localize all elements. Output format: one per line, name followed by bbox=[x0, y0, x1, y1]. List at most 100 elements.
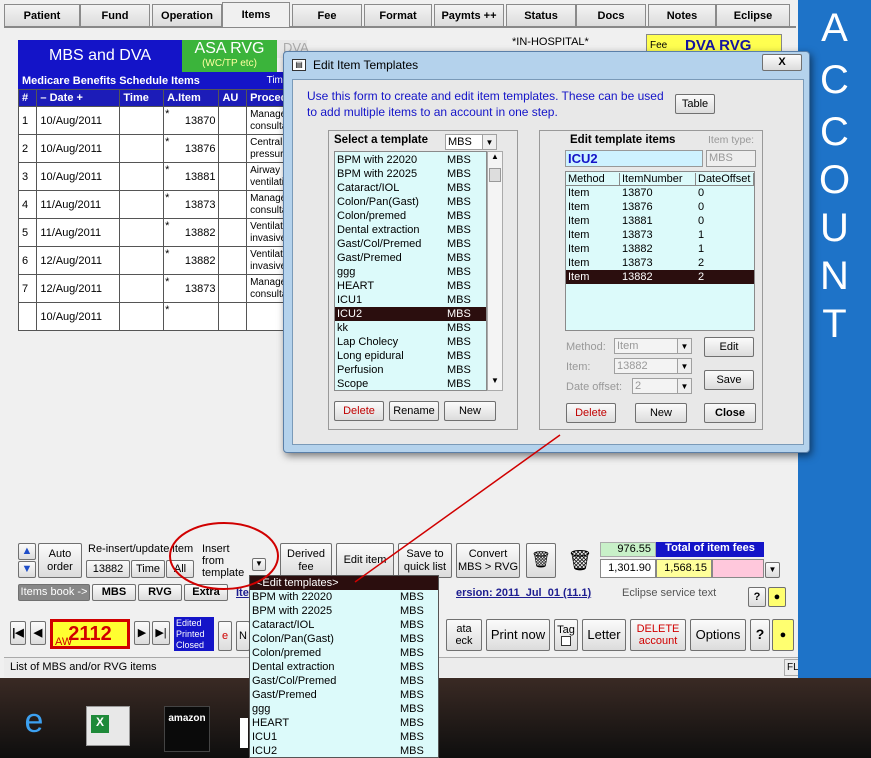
tab-docs[interactable]: Docs bbox=[576, 4, 646, 26]
edit-templates-option[interactable]: <Edit templates> bbox=[250, 576, 438, 590]
list-item[interactable]: BPM with 22020 MBS bbox=[335, 153, 486, 167]
asa-rvg-tab[interactable]: ASA RVG (WC/TP etc) bbox=[182, 40, 277, 72]
item-link[interactable]: Ite bbox=[236, 587, 249, 599]
auto-order-button[interactable]: Auto order bbox=[38, 543, 82, 578]
list-item[interactable]: ICU2 MBS bbox=[250, 744, 438, 757]
all-button[interactable]: All bbox=[166, 560, 194, 578]
template-delete-button[interactable]: Delete bbox=[334, 401, 384, 421]
row-item[interactable]: * 13873 bbox=[163, 190, 220, 219]
table-row[interactable]: 3 10/Aug/2011 * 13881 Airway acce ventilation… bbox=[17, 162, 318, 191]
scroll-thumb[interactable] bbox=[489, 168, 501, 182]
row-item[interactable]: * 13873 bbox=[163, 274, 220, 303]
items-grid-column-header[interactable]: ItemNumber bbox=[620, 172, 696, 185]
list-item[interactable]: Colon/Pan(Gast) MBS bbox=[250, 632, 438, 646]
reinsert-item-button[interactable]: 13882 bbox=[86, 560, 130, 578]
tab-status[interactable]: Status bbox=[506, 4, 576, 26]
row-au[interactable] bbox=[218, 274, 248, 303]
template-type-combo[interactable]: MBS ▼ bbox=[445, 134, 497, 150]
list-item[interactable]: Cataract/IOL MBS bbox=[335, 181, 486, 195]
items-book-tab[interactable]: Items book -> bbox=[18, 584, 90, 601]
table-row[interactable]: Item 13870 0 bbox=[566, 186, 754, 200]
time-button[interactable]: Time bbox=[131, 560, 165, 578]
fee-dropdown[interactable]: ▼ bbox=[765, 562, 780, 578]
table-row[interactable]: 10/Aug/2011 * bbox=[17, 302, 318, 331]
list-item[interactable]: ICU1 MBS bbox=[335, 293, 486, 307]
list-item[interactable]: Colon/premed MBS bbox=[335, 209, 486, 223]
items-column-header[interactable]: # bbox=[17, 89, 38, 107]
bulb-icon-small[interactable]: ● bbox=[768, 587, 786, 607]
item-combo[interactable]: 13882 ▼ bbox=[614, 358, 692, 374]
version-link[interactable]: ersion: 2011_Jul_01 (11.1) bbox=[456, 587, 591, 599]
template-name-field[interactable]: ICU2 bbox=[565, 150, 703, 167]
letter-button[interactable]: Letter bbox=[582, 619, 626, 651]
row-number[interactable]: 3 bbox=[17, 162, 38, 191]
list-item[interactable]: HEART MBS bbox=[250, 716, 438, 730]
list-item[interactable]: Gast/Col/Premed MBS bbox=[335, 237, 486, 251]
row-item[interactable]: * 13882 bbox=[163, 246, 220, 275]
row-time[interactable] bbox=[119, 190, 165, 219]
row-time[interactable] bbox=[119, 218, 165, 247]
table-row[interactable]: Item 13876 0 bbox=[566, 200, 754, 214]
options-button[interactable]: Options bbox=[690, 619, 746, 651]
row-time[interactable] bbox=[119, 246, 165, 275]
trash-icon[interactable]: 🗑 bbox=[526, 543, 556, 578]
items-column-header[interactable]: – Date + bbox=[36, 89, 121, 107]
move-up-button[interactable]: ▲ bbox=[18, 543, 36, 560]
extra-book-tab[interactable]: Extra bbox=[184, 584, 228, 601]
items-column-header[interactable]: A.Item bbox=[163, 89, 220, 107]
row-item[interactable]: * 13870 bbox=[163, 106, 220, 135]
method-combo[interactable]: Item ▼ bbox=[614, 338, 692, 354]
item-delete-button[interactable]: Delete bbox=[566, 403, 616, 423]
list-item[interactable]: Lap Cholecy MBS bbox=[335, 335, 486, 349]
row-au[interactable] bbox=[218, 162, 248, 191]
row-item[interactable]: * 13876 bbox=[163, 134, 220, 163]
derived-fee-button[interactable]: Derived fee bbox=[280, 543, 332, 578]
table-row[interactable]: Item 13882 2 bbox=[566, 270, 754, 284]
list-item[interactable]: Gast/Col/Premed MBS bbox=[250, 674, 438, 688]
table-row[interactable]: 1 10/Aug/2011 * 13870 Manageme consultant p bbox=[17, 106, 318, 135]
list-item[interactable]: Gast/Premed MBS bbox=[335, 251, 486, 265]
list-item[interactable]: BPM with 22020 MBS bbox=[250, 590, 438, 604]
list-item[interactable]: Cataract/IOL MBS bbox=[250, 618, 438, 632]
list-item[interactable]: HEART MBS bbox=[335, 279, 486, 293]
edit-item-button[interactable]: Edit item bbox=[336, 543, 394, 578]
list-item[interactable]: BPM with 22025 MBS bbox=[250, 604, 438, 618]
print-now-button[interactable]: Print now bbox=[486, 619, 550, 651]
last-record-button[interactable]: ▶| bbox=[152, 621, 170, 645]
row-date[interactable]: 11/Aug/2011 bbox=[36, 218, 121, 247]
chevron-down-icon[interactable]: ▼ bbox=[482, 135, 496, 149]
first-record-button[interactable]: |◀ bbox=[10, 621, 26, 645]
scroll-down-icon[interactable]: ▼ bbox=[488, 376, 502, 390]
row-au[interactable] bbox=[218, 106, 248, 135]
row-number[interactable]: 2 bbox=[17, 134, 38, 163]
bulb-icon[interactable]: ● bbox=[772, 619, 794, 651]
table-row[interactable]: 5 11/Aug/2011 * 13882 Ventilatory s invasive … bbox=[17, 218, 318, 247]
list-item[interactable]: Perfusion MBS bbox=[335, 363, 486, 377]
insert-template-dropdown-list[interactable]: <Edit templates> BPM with 22020 MBS BPM wi… bbox=[249, 575, 439, 758]
row-au[interactable] bbox=[218, 302, 248, 331]
template-new-button[interactable]: New bbox=[444, 401, 496, 421]
row-au[interactable] bbox=[218, 218, 248, 247]
row-item[interactable]: * 13882 bbox=[163, 218, 220, 247]
tab-eclipse[interactable]: Eclipse bbox=[716, 4, 790, 26]
tab-items[interactable]: Items bbox=[222, 2, 290, 27]
row-number[interactable]: 4 bbox=[17, 190, 38, 219]
table-row[interactable]: 2 10/Aug/2011 * 13876 Central ven pressure or bbox=[17, 134, 318, 163]
list-item[interactable]: Colon/Pan(Gast) MBS bbox=[335, 195, 486, 209]
internet-explorer-icon[interactable]: e bbox=[14, 702, 54, 746]
tab-fund[interactable]: Fund bbox=[80, 4, 150, 26]
table-row[interactable]: Item 13873 1 bbox=[566, 228, 754, 242]
mbs-book-tab[interactable]: MBS bbox=[92, 584, 136, 601]
items-column-header[interactable]: Time bbox=[119, 89, 165, 107]
list-item[interactable]: BPM with 22025 MBS bbox=[335, 167, 486, 181]
row-item[interactable]: * 13881 bbox=[163, 162, 220, 191]
table-row[interactable]: Item 13881 0 bbox=[566, 214, 754, 228]
list-item[interactable]: ICU1 MBS bbox=[250, 730, 438, 744]
template-rename-button[interactable]: Rename bbox=[389, 401, 439, 421]
row-date[interactable]: 12/Aug/2011 bbox=[36, 274, 121, 303]
table-row[interactable]: Item 13882 1 bbox=[566, 242, 754, 256]
row-number[interactable]: 5 bbox=[17, 218, 38, 247]
list-item[interactable]: Long epidural MBS bbox=[335, 349, 486, 363]
row-item[interactable]: * bbox=[163, 302, 220, 331]
row-au[interactable] bbox=[218, 190, 248, 219]
